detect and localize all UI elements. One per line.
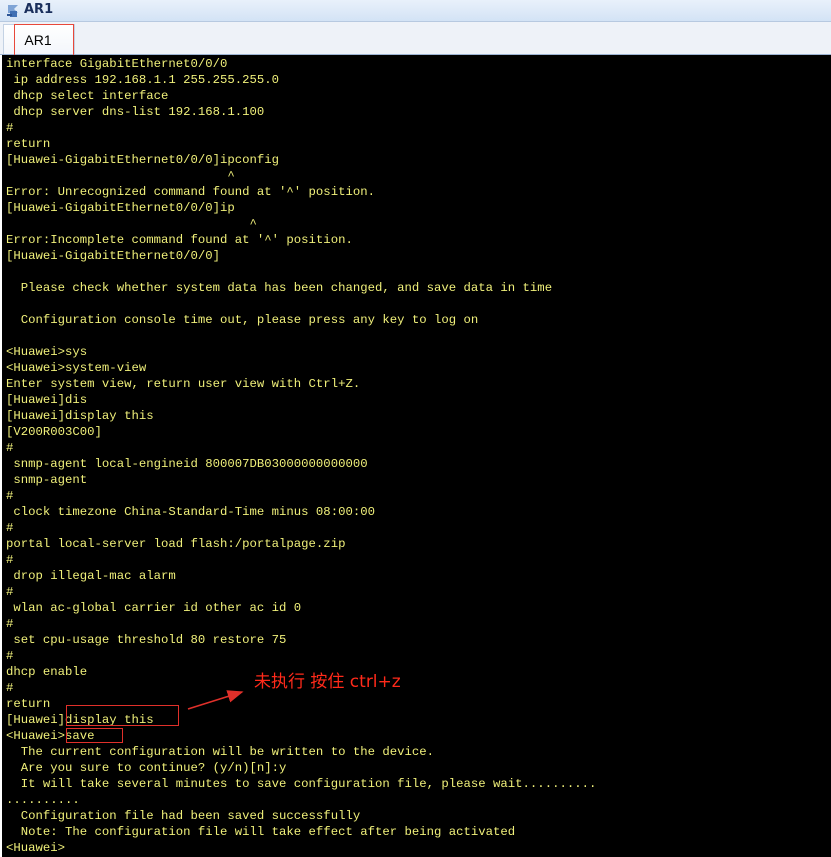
terminal-line: [Huawei]dis — [6, 393, 88, 407]
terminal-line: [Huawei]display this — [6, 409, 154, 423]
terminal-line: [Huawei]display this — [6, 713, 154, 727]
terminal-line: Please check whether system data has bee… — [6, 281, 553, 295]
terminal-line: # — [6, 585, 14, 599]
annotation-note: 未执行 按住 ctrl+z — [254, 672, 401, 692]
terminal-line: # — [6, 681, 14, 695]
terminal-line: portal local-server load flash:/portalpa… — [6, 537, 346, 551]
terminal-line: [Huawei-GigabitEthernet0/0/0]ip — [6, 201, 235, 215]
terminal-line: dhcp enable — [6, 665, 88, 679]
terminal-line: The current configuration will be writte… — [6, 745, 435, 759]
terminal-line: snmp-agent — [6, 473, 88, 487]
terminal-line: <Huawei>sys — [6, 345, 88, 359]
terminal-line: <Huawei> — [6, 841, 66, 855]
terminal-line: It will take several minutes to save con… — [6, 777, 597, 791]
terminal-console[interactable]: interface GigabitEthernet0/0/0 ip addres… — [2, 55, 831, 857]
terminal-line: <Huawei>save — [6, 729, 95, 743]
terminal-line: [Huawei-GigabitEthernet0/0/0]ipconfig — [6, 153, 280, 167]
window-title: AR1 — [24, 2, 54, 17]
terminal-line: Enter system view, return user view with… — [6, 377, 361, 391]
terminal-line: drop illegal-mac alarm — [6, 569, 176, 583]
terminal-line: [Huawei-GigabitEthernet0/0/0] — [6, 249, 221, 263]
terminal-line: # — [6, 489, 14, 503]
terminal-line: <Huawei>system-view — [6, 361, 147, 375]
terminal-line: # — [6, 649, 14, 663]
title-bar: AR1 — [0, 0, 831, 22]
terminal-line: ip address 192.168.1.1 255.255.255.0 — [6, 73, 280, 87]
terminal-line: Configuration console time out, please p… — [6, 313, 479, 327]
tab-label: AR1 — [24, 32, 52, 48]
tab-bar: AR1 — [0, 22, 831, 55]
terminal-line: # — [6, 553, 14, 567]
terminal-line: .......... — [6, 793, 80, 807]
ensp-router-icon — [7, 5, 18, 17]
terminal-line: Note: The configuration file will take e… — [6, 825, 516, 839]
terminal-line: clock timezone China-Standard-Time minus… — [6, 505, 375, 519]
terminal-line: Configuration file had been saved succes… — [6, 809, 361, 823]
terminal-line: Error: Unrecognized command found at '^'… — [6, 185, 375, 199]
terminal-line: return — [6, 137, 51, 151]
tab-ar1[interactable]: AR1 — [3, 24, 75, 54]
terminal-line: ^ — [6, 217, 257, 231]
terminal-line: Error:Incomplete command found at '^' po… — [6, 233, 353, 247]
terminal-line: set cpu-usage threshold 80 restore 75 — [6, 633, 287, 647]
terminal-line: Are you sure to continue? (y/n)[n]:y — [6, 761, 287, 775]
terminal-line: return — [6, 697, 51, 711]
terminal-line: # — [6, 121, 14, 135]
terminal-line: dhcp select interface — [6, 89, 169, 103]
terminal-line: interface GigabitEthernet0/0/0 — [6, 57, 228, 71]
terminal-line: wlan ac-global carrier id other ac id 0 — [6, 601, 302, 615]
terminal-line: ^ — [6, 169, 235, 183]
terminal-line: dhcp server dns-list 192.168.1.100 — [6, 105, 265, 119]
terminal-line: snmp-agent local-engineid 800007DB030000… — [6, 457, 368, 471]
terminal-line: # — [6, 441, 14, 455]
terminal-line: # — [6, 617, 14, 631]
terminal-line: # — [6, 521, 14, 535]
terminal-line: [V200R003C00] — [6, 425, 102, 439]
